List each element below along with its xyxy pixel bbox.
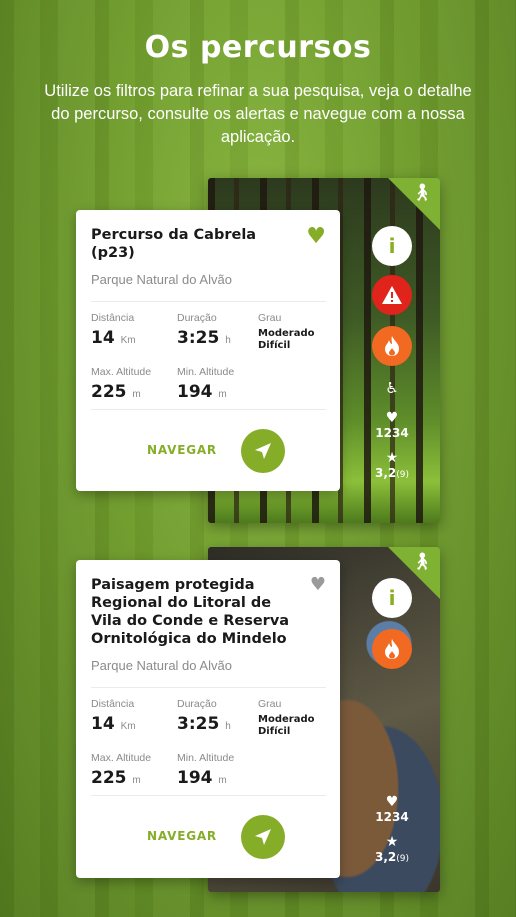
grade-label: Grau [258,698,282,710]
grade-label: Grau [258,312,282,324]
park-name: Parque Natural do Alvão [91,658,326,688]
trail-title: Percurso da Cabrela (p23) [91,227,257,261]
heart-icon: ♥ [385,410,399,426]
max-altitude-label: Max. Altitude [91,366,152,378]
page-subtitle: Utilize os filtros para refinar a sua pe… [44,82,472,146]
max-altitude-label: Max. Altitude [91,752,152,764]
likes-stat: ♥ 1234 [367,794,417,824]
min-altitude-label: Min. Altitude [177,752,235,764]
grade-value: Moderado Difícil [258,328,315,351]
max-altitude-unit: m [132,775,141,786]
rating-stat: ★ 3,2(9) [367,450,417,480]
likes-count: 1234 [375,810,409,824]
distance-value: 14 [91,328,115,348]
distance-unit: Km [120,335,136,346]
fire-icon[interactable] [372,326,412,366]
navigate-label[interactable]: NAVEGAR [147,829,217,843]
hiker-icon: 🚶︎ [411,552,433,572]
navigate-button[interactable] [241,429,285,473]
favorite-heart-icon[interactable]: ♥ [310,574,326,595]
rating-stat: ★ 3,2(9) [367,834,417,864]
duration-value: 3:25 [177,328,220,348]
max-altitude-value: 225 [91,382,127,402]
trail-stats: Distância 14 Km Duração 3:25 h Grau Mode… [91,688,326,796]
rating-value: 3,2 [374,850,397,864]
likes-count: 1234 [375,426,409,440]
park-name: Parque Natural do Alvão [91,272,326,302]
star-icon: ★ [385,834,399,850]
trail-card[interactable]: Paisagem protegida Regional do Litoral d… [76,560,340,878]
hiker-icon: 🚶︎ [411,183,433,203]
distance-unit: Km [120,721,136,732]
alert-icon[interactable] [372,275,412,315]
navigate-row: NAVEGAR [91,796,326,874]
star-icon: ★ [385,450,399,466]
min-altitude-label: Min. Altitude [177,366,235,378]
rating-value: 3,2 [374,466,397,480]
page-title: Os percursos [144,30,372,65]
duration-label: Duração [177,312,217,324]
navigate-label[interactable]: NAVEGAR [147,443,217,457]
duration-unit: h [225,335,231,346]
grade-value: Moderado Difícil [258,714,315,737]
max-altitude-unit: m [132,389,141,400]
duration-unit: h [225,721,231,732]
min-altitude-value: 194 [177,382,213,402]
min-altitude-value: 194 [177,768,213,788]
navigate-row: NAVEGAR [91,410,326,488]
heart-icon: ♥ [385,794,399,810]
accessible-icon: ♿︎ [385,379,399,397]
min-altitude-unit: m [218,775,227,786]
info-icon[interactable]: i [372,226,412,266]
info-icon[interactable]: i [372,578,412,618]
rating-count: (9) [396,470,409,480]
likes-stat: ♥ 1234 [367,410,417,440]
favorite-heart-icon[interactable]: ♥ [306,224,326,249]
trail-card[interactable]: Percurso da Cabrela (p23) ♥ Parque Natur… [76,210,340,491]
trail-stats: Distância 14 Km Duração 3:25 h Grau Mode… [91,302,326,410]
trail-title: Paisagem protegida Regional do Litoral d… [91,577,290,647]
min-altitude-unit: m [218,389,227,400]
duration-label: Duração [177,698,217,710]
fire-icon[interactable] [372,629,412,669]
distance-value: 14 [91,714,115,734]
navigate-button[interactable] [241,815,285,859]
navigation-arrow-icon [255,829,271,845]
rating-count: (9) [396,854,409,864]
max-altitude-value: 225 [91,768,127,788]
duration-value: 3:25 [177,714,220,734]
distance-label: Distância [91,312,135,324]
navigation-arrow-icon [255,443,271,459]
distance-label: Distância [91,698,135,710]
